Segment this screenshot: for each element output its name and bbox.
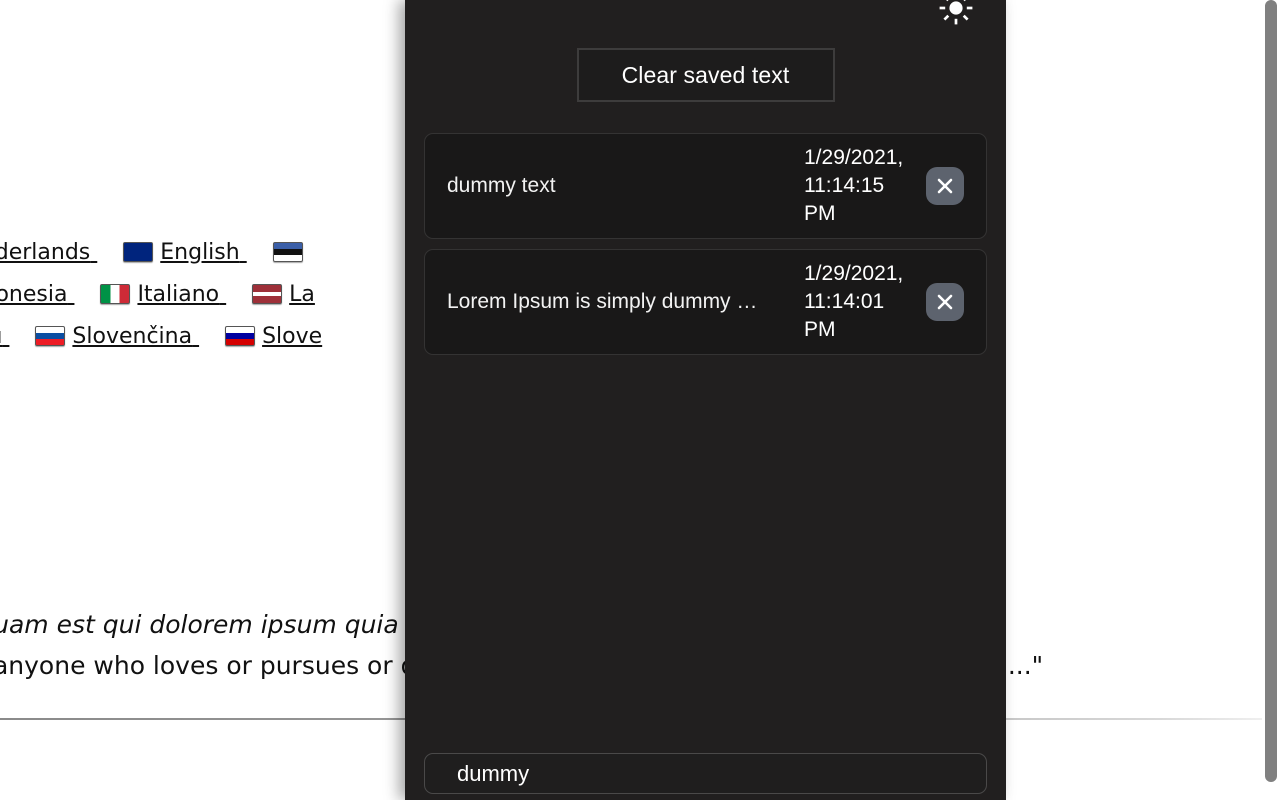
sidebar-item-english[interactable]: English bbox=[123, 240, 246, 265]
slovakia-flag-icon bbox=[35, 326, 66, 346]
panel-topbar bbox=[405, 0, 1006, 34]
close-icon bbox=[937, 178, 953, 194]
list-item[interactable]: dummy text 1/29/2021, 11:14:15 PM bbox=[424, 133, 987, 239]
panel-footer bbox=[405, 753, 1006, 800]
saved-item-timestamp: 1/29/2021, 11:14:15 PM bbox=[804, 146, 904, 225]
saved-item-text: dummy text bbox=[447, 174, 556, 197]
sidebar-item-eesti[interactable] bbox=[272, 240, 310, 265]
language-label: Indonesia bbox=[0, 282, 68, 307]
sidebar-item-indonesia[interactable]: Indonesia bbox=[0, 282, 74, 307]
language-label: Slovenčina bbox=[72, 324, 193, 349]
quote-line-2: "Nor again is there anyone who loves or … bbox=[0, 651, 1043, 680]
saved-item-text: Lorem Ipsum is simply dummy … bbox=[447, 290, 758, 313]
quote-line-1: "Neque porro quisquam est qui dolorem ip… bbox=[0, 610, 950, 639]
screen-root: k Nederlands English r Indonesia Italian… bbox=[0, 0, 1280, 800]
language-label: La bbox=[289, 282, 315, 307]
theme-toggle-button[interactable] bbox=[935, 0, 977, 29]
sidebar-item-srpski[interactable]: Српски bbox=[0, 324, 9, 349]
list-item[interactable]: Lorem Ipsum is simply dummy … 1/29/2021,… bbox=[424, 249, 987, 355]
language-label: Italiano bbox=[137, 282, 220, 307]
latvia-flag-icon bbox=[252, 284, 283, 304]
remove-item-button[interactable] bbox=[926, 167, 964, 205]
sidebar-item-slovencina[interactable]: Slovenčina bbox=[35, 324, 199, 349]
slovenia-flag-icon bbox=[225, 326, 256, 346]
italy-flag-icon bbox=[100, 284, 131, 304]
saved-item-timestamp: 1/29/2021, 11:14:01 PM bbox=[804, 262, 904, 341]
sidebar-item-nederlands[interactable]: Nederlands bbox=[0, 240, 97, 265]
language-label: Nederlands bbox=[0, 240, 91, 265]
clear-saved-text-button[interactable]: Clear saved text bbox=[576, 48, 835, 102]
language-label: Српски bbox=[0, 324, 2, 349]
saved-text-panel: Clear saved text dummy text 1/29/2021, 1… bbox=[405, 0, 1006, 800]
sidebar-item-italiano[interactable]: Italiano bbox=[100, 282, 226, 307]
united-kingdom-flag-icon bbox=[123, 242, 154, 262]
sidebar-item-latviesu[interactable]: La bbox=[252, 282, 315, 307]
language-label: English bbox=[160, 240, 240, 265]
save-text-input[interactable] bbox=[424, 753, 987, 794]
quote-block: "Neque porro quisquam est qui dolorem ip… bbox=[0, 604, 1043, 686]
scrollbar-thumb[interactable] bbox=[1265, 0, 1277, 782]
estonia-flag-icon bbox=[272, 242, 303, 262]
remove-item-button[interactable] bbox=[926, 283, 964, 321]
language-label: Slove bbox=[262, 324, 323, 349]
clear-button-row: Clear saved text bbox=[405, 34, 1006, 102]
sidebar-item-slovenscina[interactable]: Slove bbox=[225, 324, 322, 349]
close-icon bbox=[937, 294, 953, 310]
saved-items-list[interactable]: dummy text 1/29/2021, 11:14:15 PM Lorem … bbox=[405, 102, 1006, 753]
window-scrollbar[interactable] bbox=[1262, 0, 1280, 800]
sun-icon bbox=[939, 0, 973, 25]
